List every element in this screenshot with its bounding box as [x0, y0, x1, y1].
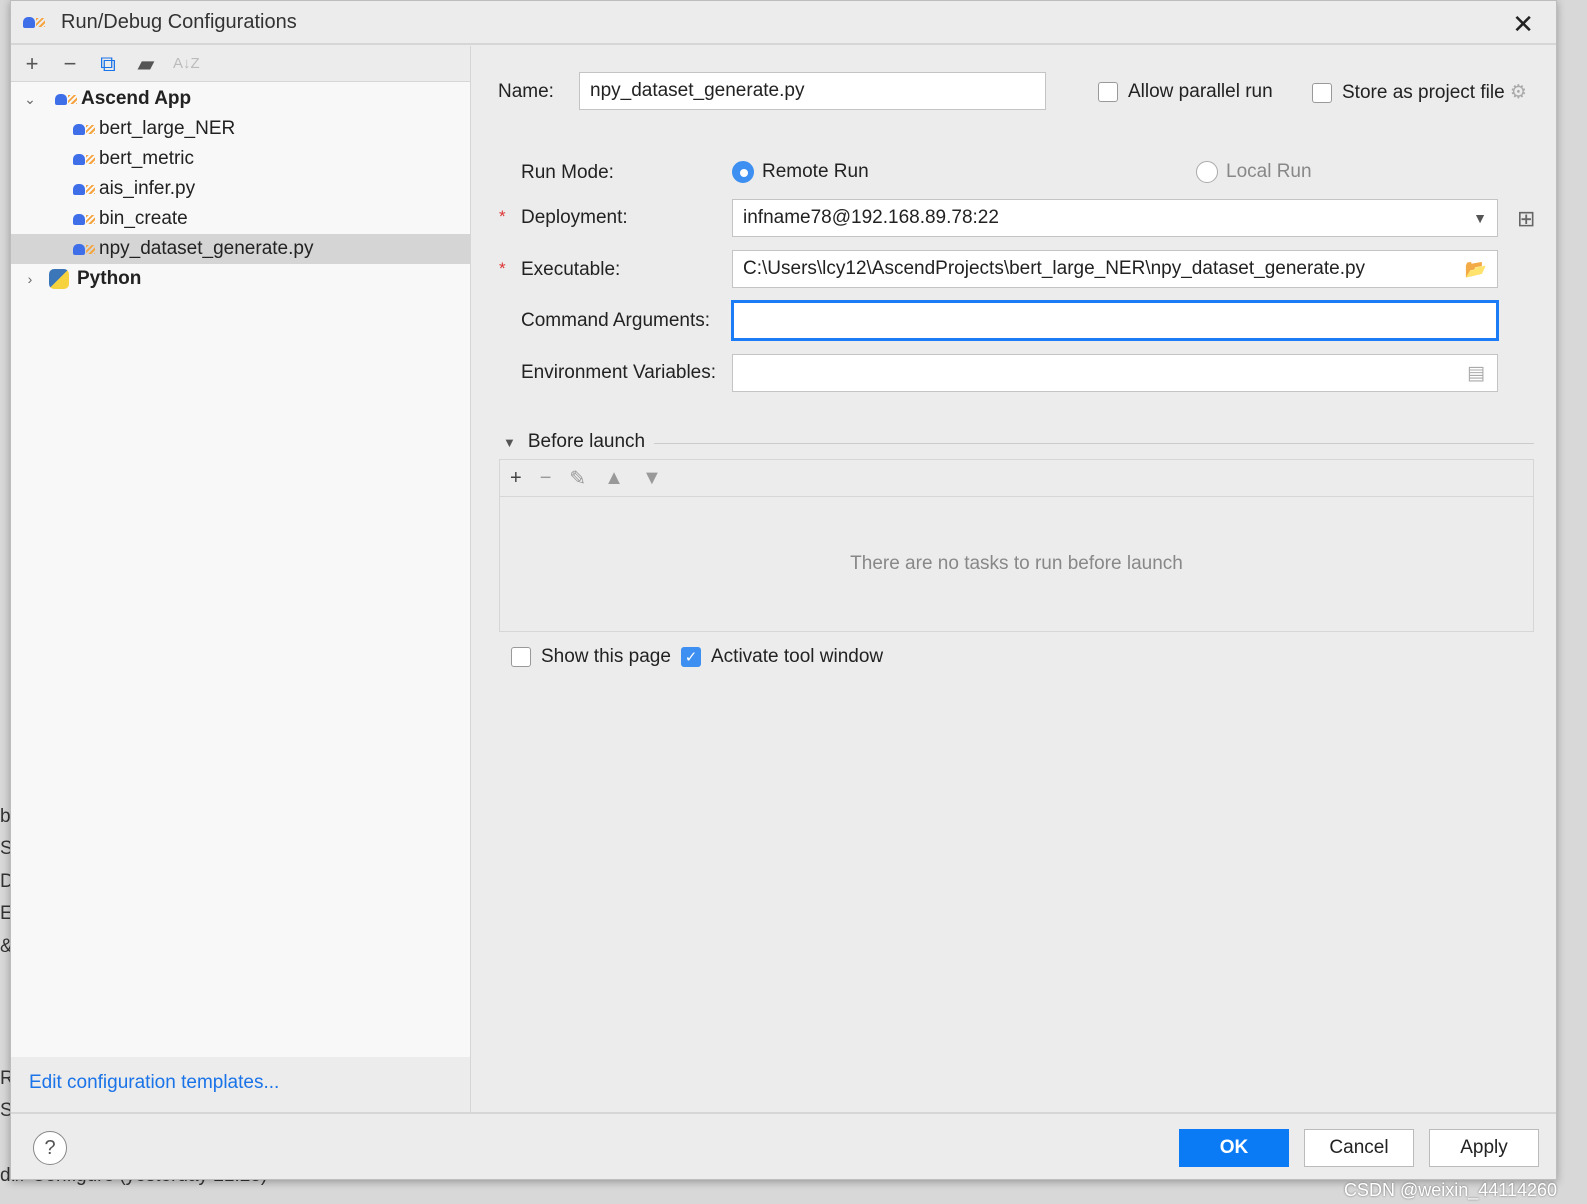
tree-item[interactable]: bin_create	[11, 204, 470, 234]
add-icon[interactable]: +	[510, 467, 522, 490]
radio-icon[interactable]	[1196, 161, 1218, 183]
local-run-label: Local Run	[1226, 161, 1312, 183]
ascend-app-icon	[23, 15, 47, 29]
tree-group-label: Python	[77, 268, 142, 289]
sidebar-toolbar: + − ⧉ ▰ A↓Z	[11, 46, 470, 82]
tree-item[interactable]: bert_large_NER	[11, 114, 470, 144]
show-page-checkbox[interactable]: Show this page	[511, 646, 671, 668]
dropdown-arrow-icon[interactable]: ▼	[1473, 210, 1487, 226]
ascend-app-icon	[73, 122, 97, 136]
env-label: Environment Variables:	[521, 362, 717, 383]
chevron-down-icon[interactable]: ⌄	[21, 91, 39, 108]
tree-group-python[interactable]: › Python	[11, 264, 470, 294]
remove-icon[interactable]: −	[540, 467, 552, 490]
ascend-app-icon	[73, 182, 97, 196]
name-label: Name:	[498, 81, 554, 102]
empty-tasks-text: There are no tasks to run before launch	[850, 553, 1183, 574]
before-launch-list: There are no tasks to run before launch	[499, 497, 1534, 632]
apply-button[interactable]: Apply	[1429, 1129, 1539, 1167]
config-sidebar: + − ⧉ ▰ A↓Z ⌄ Ascend App bert_large_NER …	[11, 46, 471, 1112]
chevron-right-icon[interactable]: ›	[21, 271, 39, 287]
python-icon	[49, 269, 69, 289]
ascend-app-icon	[73, 242, 97, 256]
tree-item-label: bin_create	[99, 208, 188, 229]
config-form: Name: npy_dataset_generate.py Allow para…	[472, 46, 1556, 1112]
folder-icon[interactable]: 📂	[1465, 259, 1487, 280]
before-launch-section: ▼ Before launch + − ✎ ▲ ▼ There are no ta…	[499, 431, 1534, 667]
tree-group-label: Ascend App	[81, 88, 192, 109]
add-deployment-icon[interactable]: ⊞	[1517, 206, 1535, 232]
remote-run-label: Remote Run	[762, 161, 869, 183]
tree-item[interactable]: ais_infer.py	[11, 174, 470, 204]
document-icon[interactable]: ▤	[1467, 362, 1485, 385]
run-mode-label: Run Mode:	[521, 162, 614, 183]
new-folder-icon[interactable]: ▰	[135, 51, 157, 77]
ascend-app-icon	[73, 152, 97, 166]
remote-run-radio[interactable]: Remote Run	[732, 161, 869, 183]
before-launch-title: Before launch	[527, 431, 646, 452]
dialog-title: Run/Debug Configurations	[61, 10, 297, 33]
remove-icon[interactable]: −	[59, 51, 81, 77]
watermark: CSDN @weixin_44114260	[1343, 1180, 1557, 1200]
ok-button[interactable]: OK	[1179, 1129, 1289, 1167]
checkbox-icon[interactable]	[1098, 81, 1118, 102]
executable-value: C:\Users\lcy12\AscendProjects\bert_large…	[743, 258, 1366, 279]
edit-icon[interactable]: ✎	[569, 466, 586, 491]
gear-icon[interactable]: ⚙	[1510, 82, 1527, 103]
ascend-app-icon	[55, 92, 79, 106]
run-debug-dialog: Run/Debug Configurations ✕ + − ⧉ ▰ A↓Z ⌄…	[10, 0, 1557, 1180]
tree-item[interactable]: bert_metric	[11, 144, 470, 174]
background-text: b	[0, 806, 11, 827]
local-run-radio[interactable]: Local Run	[1196, 161, 1312, 183]
sort-icon[interactable]: A↓Z	[173, 55, 200, 72]
add-icon[interactable]: +	[21, 51, 43, 77]
deployment-dropdown[interactable]: infname78@192.168.89.78:22 ▼	[732, 199, 1498, 237]
activate-label: Activate tool window	[711, 646, 884, 667]
required-mark: *	[499, 259, 506, 278]
executable-input[interactable]: C:\Users\lcy12\AscendProjects\bert_large…	[732, 250, 1498, 288]
title-bar: Run/Debug Configurations ✕	[11, 1, 1556, 45]
tree-item-label: bert_large_NER	[99, 118, 236, 139]
move-up-icon[interactable]: ▲	[604, 467, 624, 490]
allow-parallel-label: Allow parallel run	[1128, 81, 1273, 102]
collapse-triangle-icon[interactable]: ▼	[503, 435, 516, 450]
checkbox-checked-icon[interactable]: ✓	[681, 646, 701, 667]
checkbox-icon[interactable]	[1312, 82, 1332, 103]
show-page-label: Show this page	[541, 646, 671, 667]
tree-group-ascend-app[interactable]: ⌄ Ascend App	[11, 84, 470, 114]
radio-selected-icon[interactable]	[732, 161, 754, 183]
name-input[interactable]: npy_dataset_generate.py	[579, 72, 1046, 110]
args-label: Command Arguments:	[521, 310, 711, 331]
move-down-icon[interactable]: ▼	[642, 467, 662, 490]
close-icon[interactable]: ✕	[1512, 9, 1534, 40]
tree-item-label: bert_metric	[99, 148, 195, 169]
checkbox-icon[interactable]	[511, 646, 531, 667]
before-launch-header[interactable]: ▼ Before launch	[503, 431, 645, 453]
config-tree: ⌄ Ascend App bert_large_NER bert_metric …	[11, 82, 470, 1057]
required-mark: *	[499, 207, 506, 226]
ascend-app-icon	[73, 212, 97, 226]
before-launch-toolbar: + − ✎ ▲ ▼	[499, 459, 1534, 497]
tree-item-label: ais_infer.py	[99, 178, 196, 199]
store-project-label: Store as project file	[1342, 82, 1505, 103]
tree-item-selected[interactable]: npy_dataset_generate.py	[11, 234, 470, 264]
args-input[interactable]	[731, 300, 1499, 341]
activate-tool-window-checkbox[interactable]: ✓ Activate tool window	[681, 646, 883, 668]
copy-icon[interactable]: ⧉	[97, 51, 119, 77]
executable-label: Executable:	[521, 259, 621, 280]
store-project-checkbox[interactable]: Store as project file ⚙	[1312, 81, 1527, 104]
deployment-label: Deployment:	[521, 207, 628, 228]
dialog-footer: ? OK Cancel Apply	[11, 1112, 1556, 1181]
deployment-value: infname78@192.168.89.78:22	[743, 207, 999, 228]
cancel-button[interactable]: Cancel	[1304, 1129, 1414, 1167]
tree-item-label: npy_dataset_generate.py	[99, 238, 314, 259]
help-button[interactable]: ?	[33, 1131, 67, 1165]
allow-parallel-checkbox[interactable]: Allow parallel run	[1098, 81, 1273, 103]
edit-templates-link[interactable]: Edit configuration templates...	[29, 1072, 279, 1094]
env-input[interactable]: ▤	[732, 354, 1498, 392]
